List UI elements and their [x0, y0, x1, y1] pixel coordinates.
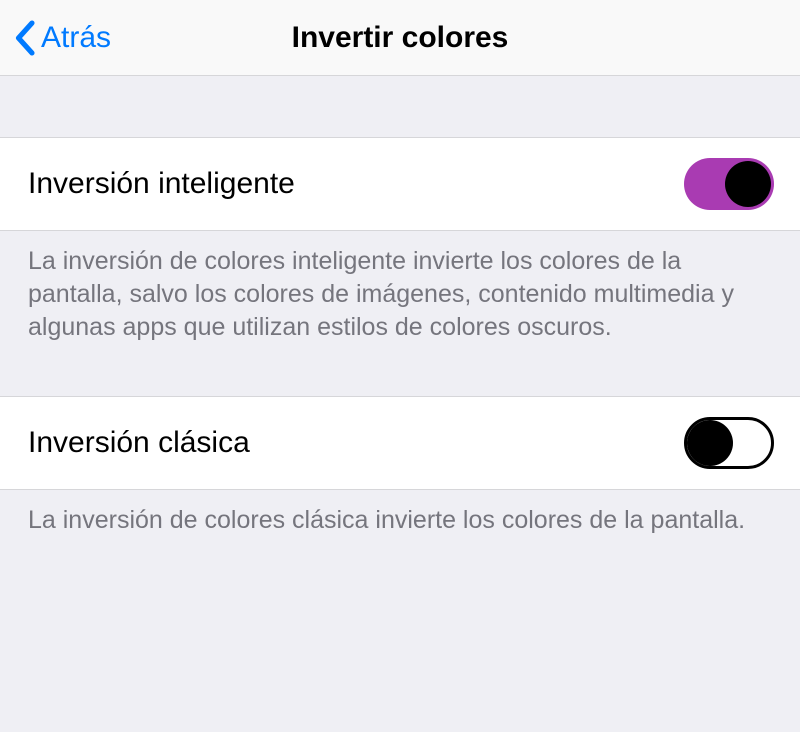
classic-invert-label: Inversión clásica	[28, 426, 250, 460]
chevron-left-icon	[14, 20, 35, 56]
back-label: Atrás	[41, 21, 111, 55]
navigation-bar: Atrás Invertir colores	[0, 0, 800, 76]
section-spacer	[0, 76, 800, 137]
toggle-knob-icon	[725, 161, 771, 207]
page-title: Invertir colores	[292, 21, 509, 55]
classic-invert-row[interactable]: Inversión clásica	[0, 396, 800, 490]
toggle-knob-icon	[687, 420, 733, 466]
smart-invert-label: Inversión inteligente	[28, 167, 295, 201]
section-spacer	[0, 344, 800, 396]
smart-invert-description: La inversión de colores inteligente invi…	[0, 231, 800, 344]
back-button[interactable]: Atrás	[0, 0, 111, 75]
classic-invert-description: La inversión de colores clásica invierte…	[0, 490, 800, 537]
smart-invert-row[interactable]: Inversión inteligente	[0, 137, 800, 231]
smart-invert-toggle[interactable]	[684, 158, 774, 210]
classic-invert-toggle[interactable]	[684, 417, 774, 469]
